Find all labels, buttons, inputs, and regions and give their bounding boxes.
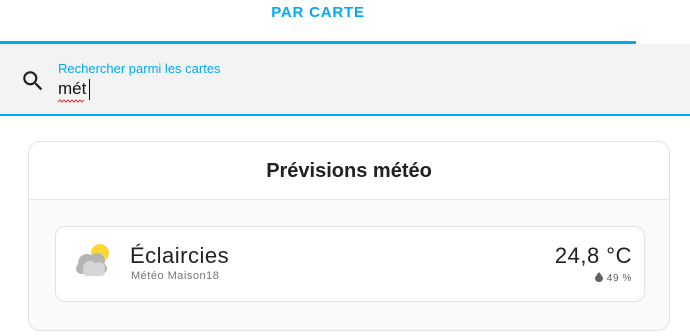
weather-location: Météo Maison18 — [131, 270, 220, 282]
spellcheck-underline — [58, 99, 85, 103]
water-drop-icon — [594, 272, 603, 282]
search-icon — [23, 71, 43, 91]
partly-cloudy-icon — [76, 244, 109, 276]
weather-entity[interactable]: Éclaircies Météo Maison18 24,8 °C 49 % — [55, 226, 645, 302]
humidity-value: 49 % — [606, 273, 632, 284]
weather-forecast-card[interactable]: Prévisions météo Éclaircies Météo Maison… — [28, 141, 670, 331]
card-header: Prévisions météo — [29, 142, 669, 200]
text-caret — [89, 79, 90, 100]
search-label: Rechercher parmi les cartes — [58, 61, 221, 76]
tab-bar: PAR CARTE — [0, 0, 690, 44]
weather-condition: Éclaircies — [130, 243, 230, 268]
search-input[interactable] — [58, 78, 658, 100]
tab-par-carte[interactable]: PAR CARTE — [0, 0, 636, 44]
card-title: Prévisions météo — [266, 160, 432, 182]
search-field[interactable]: Rechercher parmi les cartes — [0, 44, 690, 116]
tab-label: PAR CARTE — [271, 4, 365, 21]
temperature-value: 24,8 °C — [554, 243, 632, 268]
humidity-info: 49 % — [594, 272, 632, 284]
